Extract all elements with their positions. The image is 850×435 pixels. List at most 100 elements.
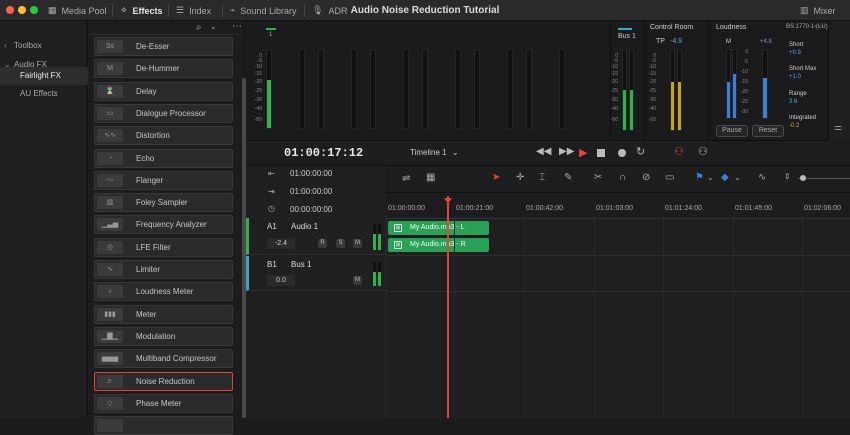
meter-scale-label: -30 [254, 97, 262, 103]
chevron-down-icon[interactable]: ⌄ [707, 173, 714, 182]
effects-tab[interactable]: ✧ Effects [120, 0, 163, 21]
trim-tool-icon[interactable]: ⌶ [539, 172, 545, 183]
zoom-stepper-icon[interactable]: ⇕ [784, 172, 791, 181]
track-name[interactable]: Audio 1 [291, 222, 318, 231]
loop-icon[interactable]: ↻ [636, 145, 645, 158]
marker-flag-icon[interactable]: ⚑ [695, 172, 704, 183]
effect-item[interactable]: ♪ Loudness Meter [94, 282, 233, 302]
chevron-down-icon[interactable]: ⌄ [210, 22, 217, 31]
track-meter-bar [403, 49, 409, 129]
out-point-icon[interactable]: ⇥ [268, 187, 275, 196]
snap-magnet-icon[interactable]: ∩ [619, 172, 626, 183]
adr-tab[interactable]: 🎙 ADR [312, 0, 347, 21]
track-meter-bar [455, 49, 461, 129]
track-row-b1[interactable]: B1 Bus 1 0.0 M [246, 256, 386, 291]
pencil-tool-icon[interactable]: ✎ [564, 172, 572, 183]
sidebar-item-fairlight-fx[interactable]: Fairlight FX [0, 67, 88, 85]
timeline-gridline [733, 216, 734, 416]
sliders-icon[interactable]: ⚌ [834, 122, 842, 133]
more-options-icon[interactable]: ⋯ [814, 21, 824, 32]
tp-label: TP [656, 38, 665, 45]
mixer-tab[interactable]: ▥ Mixer [800, 0, 836, 21]
zoom-slider-thumb[interactable] [800, 175, 806, 181]
track-name[interactable]: Bus 1 [291, 260, 311, 269]
effect-item[interactable]: ▮▮▮ Meter [94, 304, 233, 324]
effect-thumbnail-icon: ◎ [97, 240, 123, 254]
stop-icon[interactable] [597, 149, 605, 157]
microphone-icon: 🎙 [312, 5, 324, 15]
track-meter-bar [422, 49, 428, 129]
mute-button[interactable]: M [353, 276, 362, 285]
track-volume[interactable]: -2.4 [267, 238, 295, 249]
media-pool-tab[interactable]: ▦ Media Pool [48, 0, 107, 21]
effect-item[interactable]: M De-Hummer [94, 59, 233, 79]
playhead-line[interactable] [447, 196, 449, 418]
effect-item[interactable] [94, 416, 233, 435]
track-volume[interactable]: 0.0 [267, 275, 295, 286]
track-row-a1[interactable]: A1 Audio 1 -2.4 R S M [246, 218, 386, 255]
effect-item[interactable]: ▁▃▅ Frequency Analyzer [94, 215, 233, 235]
effect-item[interactable]: ◔ Echo [94, 148, 233, 168]
monitor-red-icon[interactable]: ⚇ [674, 145, 684, 158]
timecode-in: 01:00:00:00 [290, 169, 333, 178]
effect-item[interactable]: ▥ Foley Sampler [94, 193, 233, 213]
ruler-timecode-label: 01:00:21:00 [456, 205, 493, 212]
zoom-window-icon[interactable] [30, 6, 38, 14]
meter-scale-label: -15 [254, 71, 262, 77]
audio-clip-left[interactable]: ⊠ My Audio.mp3 - L [388, 221, 489, 235]
pause-button[interactable]: Pause [716, 125, 748, 137]
timeline-selector[interactable]: Timeline 1 ⌄ [410, 148, 459, 157]
reset-button[interactable]: Reset [752, 125, 784, 137]
sound-library-tab[interactable]: ⌁ Sound Library [230, 0, 296, 21]
loudness-m-label: M [726, 39, 731, 45]
mute-button[interactable]: M [353, 239, 362, 248]
effect-thumbnail-icon: M [97, 62, 123, 76]
audio-clip-right[interactable]: ⊠ My Audio.mp3 - R [388, 238, 489, 252]
pointer-tool-icon[interactable]: ➤ [492, 172, 500, 183]
monitor-icon[interactable]: ⚇ [698, 145, 708, 158]
solo-button[interactable]: S [336, 239, 345, 248]
effect-item[interactable]: ▅▅▅ Multiband Compressor [94, 349, 233, 369]
effect-item[interactable]: ◎ LFE Filter [94, 237, 233, 257]
record-icon[interactable] [618, 149, 626, 157]
effect-item[interactable]: Ss De-Esser [94, 37, 233, 56]
fast-forward-icon[interactable]: ▶▶ [559, 146, 574, 157]
timeline-view-icon[interactable]: ⇌ [402, 173, 410, 184]
effect-item[interactable]: ♬ Noise Reduction [94, 371, 233, 391]
rewind-icon[interactable]: ◀◀ [536, 146, 551, 157]
effect-item[interactable]: ∿ Limiter [94, 260, 233, 279]
sidebar-item-toolbox[interactable]: › Toolbox [0, 37, 88, 55]
chevron-down-icon[interactable]: ⌄ [734, 173, 741, 182]
effect-item[interactable]: ⌛ Delay [94, 81, 233, 101]
effect-item[interactable]: 〰 Flanger [94, 170, 233, 190]
minimize-window-icon[interactable] [18, 6, 26, 14]
short-value: +0.9 [789, 50, 801, 56]
ruler-timecode-label: 01:01:45:00 [735, 205, 772, 212]
search-icon[interactable]: ⌕ [196, 22, 202, 33]
effect-thumbnail-icon: ◔ [97, 151, 123, 165]
control-room-scale-label: -10 [648, 64, 656, 70]
crosshair-tool-icon[interactable]: ✛ [516, 172, 524, 183]
effects-list-panel: ⌕ ⌄ ⋯ Ss De-Esser M De-Hummer ⌛ Delay ▭ Dialogu… [88, 21, 246, 435]
grid-view-icon[interactable]: ▦ [426, 172, 435, 183]
effect-item[interactable]: ◇ Phase Meter [94, 393, 233, 413]
razor-icon[interactable]: ✂ [594, 172, 602, 183]
index-tab[interactable]: ☰ Index [176, 0, 211, 21]
more-options-icon[interactable]: ⋯ [232, 21, 242, 32]
close-window-icon[interactable] [6, 6, 14, 14]
sidebar-item-au-effects[interactable]: AU Effects [0, 85, 88, 103]
timecode-display[interactable]: 01:00:17:12 [284, 146, 363, 160]
waveform-zoom-icon[interactable]: ▭ [665, 172, 674, 183]
play-icon[interactable]: ▶ [579, 146, 587, 159]
in-point-icon[interactable]: ⇤ [268, 169, 275, 178]
loudness-scale-label: -5 [743, 59, 748, 65]
marker-icon[interactable]: ◆ [721, 172, 729, 183]
effect-item[interactable]: ▭ Dialogue Processor [94, 103, 233, 123]
effect-item[interactable]: ∿∿ Distortion [94, 126, 233, 146]
record-arm-button[interactable]: R [318, 239, 327, 248]
effect-item[interactable]: ▁▇▁ Modulation [94, 326, 233, 346]
clock-icon[interactable]: ◷ [268, 204, 275, 213]
effect-label: LFE Filter [136, 242, 171, 252]
audio-waveform-icon[interactable]: ∿ [758, 172, 766, 183]
link-icon[interactable]: ⊘ [642, 172, 650, 183]
